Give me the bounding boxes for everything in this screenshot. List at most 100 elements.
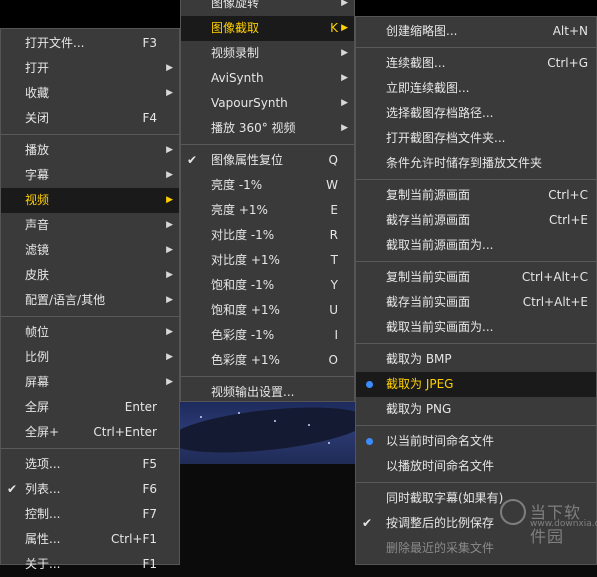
menu-item-capture-bmp[interactable]: 截取为 BMP — [356, 347, 596, 372]
menu-item-name-current-time[interactable]: 以当前时间命名文件 — [356, 429, 596, 454]
video-scene-light — [308, 424, 310, 426]
menu-item-name-play-time[interactable]: 以播放时间命名文件 — [356, 454, 596, 479]
menu-item-shortcut: O — [328, 353, 338, 367]
menu-item-config[interactable]: 配置/语言/其他 ▶ — [1, 288, 179, 313]
menu-item-playlist[interactable]: ✔ 列表... F6 — [1, 477, 179, 502]
menu-item-label: 属性... — [25, 532, 61, 546]
menu-item-choose-save-path[interactable]: 选择截图存档路径... — [356, 101, 596, 126]
menu-item-label: 创建缩略图... — [386, 24, 458, 38]
submenu-arrow-icon: ▶ — [166, 377, 173, 387]
submenu-arrow-icon: ▶ — [166, 245, 173, 255]
menu-item-shortcut: F3 — [142, 36, 157, 50]
menu-item-label: 选项... — [25, 457, 61, 471]
menu-item-shortcut: Alt+N — [552, 24, 588, 38]
menu-item-options[interactable]: 选项... F5 — [1, 452, 179, 477]
menu-item-properties[interactable]: 属性... Ctrl+F1 — [1, 527, 179, 552]
menu-item-avisynth[interactable]: AviSynth ▶ — [181, 66, 354, 91]
menu-item-label: 播放 — [25, 143, 50, 157]
menu-item-copy-source-frame[interactable]: 复制当前源画面 Ctrl+C — [356, 183, 596, 208]
menu-item-play[interactable]: 播放 ▶ — [1, 138, 179, 163]
menu-item-image-rotate[interactable]: 图像旋转 ▶ — [181, 0, 354, 16]
checkmark-icon: ✔ — [7, 482, 18, 496]
menu-item-label: 条件允许时储存到播放文件夹 — [386, 156, 543, 170]
menu-item-hue-up[interactable]: 色彩度 +1% O — [181, 348, 354, 373]
menu-item-capture-now[interactable]: 立即连续截图... — [356, 76, 596, 101]
menu-item-vapoursynth[interactable]: VapourSynth ▶ — [181, 91, 354, 116]
menu-item-open-save-folder[interactable]: 打开截图存档文件夹... — [356, 126, 596, 151]
menu-item-label: 截取当前实画面为... — [386, 320, 494, 334]
menu-item-capture-jpeg[interactable]: 截取为 JPEG — [356, 372, 596, 397]
menu-item-save-actual-frame-as[interactable]: 截取当前实画面为... — [356, 315, 596, 340]
menu-item-image-capture[interactable]: 图像截取 K ▶ — [181, 16, 354, 41]
menu-item-ratio[interactable]: 比例 ▶ — [1, 345, 179, 370]
menu-item-audio[interactable]: 声音 ▶ — [1, 213, 179, 238]
menu-item-screen[interactable]: 屏幕 ▶ — [1, 370, 179, 395]
menu-item-save-actual-frame[interactable]: 截存当前实画面 Ctrl+Alt+E — [356, 290, 596, 315]
menu-item-label: 字幕 — [25, 168, 50, 182]
menu-item-save-to-play-folder[interactable]: 条件允许时储存到播放文件夹 — [356, 151, 596, 176]
menu-item-hue-down[interactable]: 色彩度 -1% I — [181, 323, 354, 348]
menu-item-copy-actual-frame[interactable]: 复制当前实画面 Ctrl+Alt+C — [356, 265, 596, 290]
menu-item-label: 皮肤 — [25, 268, 50, 282]
menu-item-label: 选择截图存档路径... — [386, 106, 494, 120]
menu-item-video-record[interactable]: 视频录制 ▶ — [181, 41, 354, 66]
video-preview — [178, 402, 358, 464]
video-scene-light — [274, 420, 276, 422]
submenu-arrow-icon: ▶ — [341, 98, 348, 108]
checkmark-icon: ✔ — [187, 153, 198, 167]
menu-item-label: 以当前时间命名文件 — [386, 434, 495, 448]
menu-separator — [356, 179, 596, 180]
menu-item-label: 图像旋转 — [211, 0, 260, 10]
menu-item-label: 截取为 PNG — [386, 402, 452, 416]
menu-item-play-360[interactable]: 播放 360° 视频 ▶ — [181, 116, 354, 141]
menu-item-filters[interactable]: 滤镜 ▶ — [1, 238, 179, 263]
menu-item-shortcut: T — [330, 253, 338, 267]
menu-item-label: 打开文件... — [25, 36, 85, 50]
submenu-arrow-icon: ▶ — [341, 0, 348, 8]
menu-item-shortcut: Ctrl+Enter — [93, 425, 157, 439]
submenu-arrow-icon: ▶ — [166, 327, 173, 337]
radio-selected-icon — [366, 381, 373, 388]
menu-item-skin[interactable]: 皮肤 ▶ — [1, 263, 179, 288]
menu-item-label: 关闭 — [25, 111, 50, 125]
menu-item-fullscreen[interactable]: 全屏 Enter — [1, 395, 179, 420]
menu-item-contrast-up[interactable]: 对比度 +1% T — [181, 248, 354, 273]
menu-item-shortcut: Ctrl+Alt+E — [522, 295, 588, 309]
menu-item-label: 截取为 JPEG — [386, 377, 454, 391]
menu-item-saturation-down[interactable]: 饱和度 -1% Y — [181, 273, 354, 298]
menu-item-saturation-up[interactable]: 饱和度 +1% U — [181, 298, 354, 323]
radio-selected-icon — [366, 438, 373, 445]
menu-item-subtitle[interactable]: 字幕 ▶ — [1, 163, 179, 188]
menu-item-create-thumbnail[interactable]: 创建缩略图... Alt+N — [356, 19, 596, 44]
submenu-arrow-icon: ▶ — [166, 270, 173, 280]
menu-item-continuous-capture[interactable]: 连续截图... Ctrl+G — [356, 51, 596, 76]
menu-item-save-source-frame-as[interactable]: 截取当前源画面为... — [356, 233, 596, 258]
menu-item-brightness-up[interactable]: 亮度 +1% E — [181, 198, 354, 223]
menu-item-open[interactable]: 打开 ▶ — [1, 56, 179, 81]
submenu-arrow-icon: ▶ — [166, 295, 173, 305]
menu-item-favorites[interactable]: 收藏 ▶ — [1, 81, 179, 106]
menu-item-video-output-settings[interactable]: 视频输出设置... — [181, 380, 354, 405]
menu-item-capture-png[interactable]: 截取为 PNG — [356, 397, 596, 422]
menu-item-brightness-down[interactable]: 亮度 -1% W — [181, 173, 354, 198]
menu-item-close[interactable]: 关闭 F4 — [1, 106, 179, 131]
menu-item-control[interactable]: 控制... F7 — [1, 502, 179, 527]
menu-item-shortcut: E — [330, 203, 338, 217]
menu-item-label: 屏幕 — [25, 375, 50, 389]
menu-item-save-source-frame[interactable]: 截存当前源画面 Ctrl+E — [356, 208, 596, 233]
menu-item-label: 亮度 -1% — [211, 178, 263, 192]
menu-item-shortcut: F6 — [142, 482, 157, 496]
menu-separator — [356, 261, 596, 262]
menu-item-label: 图像截取 — [211, 21, 260, 35]
menu-item-fullscreen-plus[interactable]: 全屏+ Ctrl+Enter — [1, 420, 179, 445]
menu-item-video[interactable]: 视频 ▶ — [1, 188, 179, 213]
menu-item-frame[interactable]: 帧位 ▶ — [1, 320, 179, 345]
menu-item-open-file[interactable]: 打开文件... F3 — [1, 31, 179, 56]
menu-item-label: 截取为 BMP — [386, 352, 452, 366]
menu-item-label: 饱和度 +1% — [211, 303, 280, 317]
menu-item-reset-image[interactable]: ✔ 图像属性复位 Q — [181, 148, 354, 173]
video-submenu: 图像旋转 ▶ 图像截取 K ▶ 视频录制 ▶ AviSynth ▶ VapourSynth… — [180, 0, 355, 402]
menu-item-contrast-down[interactable]: 对比度 -1% R — [181, 223, 354, 248]
menu-item-label: 立即连续截图... — [386, 81, 470, 95]
menu-item-label: 声音 — [25, 218, 50, 232]
